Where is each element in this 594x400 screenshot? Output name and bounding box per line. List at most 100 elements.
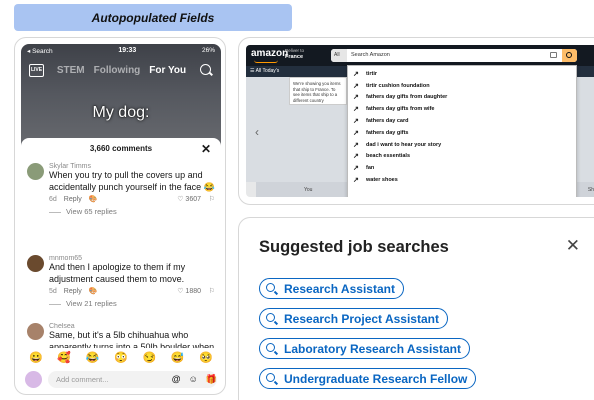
- job-suggestion-pill[interactable]: Laboratory Research Assistant: [259, 338, 470, 359]
- job-suggestion-label: Research Project Assistant: [284, 311, 439, 326]
- like-button[interactable]: ♡ 1880: [177, 287, 201, 295]
- gift-icon[interactable]: 🎁: [206, 374, 217, 385]
- suggestion-item[interactable]: ↗ tirtir: [348, 68, 576, 80]
- suggestion-text: fathers day gifts from wife: [366, 106, 435, 113]
- search-icon: [266, 312, 278, 325]
- search-placeholder: Search Amazon: [351, 52, 390, 58]
- like-button[interactable]: ♡ 3607: [177, 195, 201, 203]
- comment-item: mnmom65 And then I apologize to them if …: [27, 255, 215, 308]
- suggestion-item[interactable]: ↗ fathers day card: [348, 115, 576, 127]
- job-searches-card: Suggested job searches ✕ Research Assist…: [238, 217, 594, 400]
- reply-button[interactable]: Reply: [64, 196, 82, 203]
- strip-text-right: Sh: [587, 187, 594, 193]
- avatar[interactable]: [27, 163, 44, 180]
- comment-item: Chelsea Same, but it's a 5lb chihuahua w…: [27, 323, 215, 348]
- job-suggestion-pill[interactable]: Research Assistant: [259, 278, 404, 299]
- comment-age: 6d: [49, 195, 57, 203]
- status-battery: 26%: [201, 47, 215, 54]
- trending-icon: ↗: [353, 118, 359, 126]
- close-icon[interactable]: ✕: [201, 142, 211, 156]
- section-header: Autopopulated Fields: [14, 4, 292, 31]
- emoji-smirk[interactable]: 😏: [143, 351, 157, 364]
- view-replies-link[interactable]: View 65 replies: [49, 207, 215, 216]
- comment-text: When you try to pull the covers up and a…: [49, 170, 215, 192]
- suggestion-item[interactable]: ↗ fathers day gifts: [348, 127, 576, 139]
- comment-item: Skylar Timms When you try to pull the co…: [27, 163, 215, 216]
- ship-to-popup: We're showing you items that ship to Fra…: [289, 77, 347, 105]
- suggestion-item[interactable]: ↗ fathers day gifts from daughter: [348, 92, 576, 104]
- mention-icon[interactable]: @: [172, 374, 181, 384]
- trending-icon: ↗: [353, 153, 359, 161]
- job-suggestion-label: Laboratory Research Assistant: [284, 341, 461, 356]
- job-suggestion-label: Undergraduate Research Fellow: [284, 371, 468, 386]
- comment-username[interactable]: Chelsea: [49, 323, 215, 330]
- comment-meta: 5d Reply 🎨 ♡ 1880 ⚐: [49, 287, 215, 296]
- chevron-left-icon[interactable]: ‹: [255, 125, 259, 139]
- emoji-grinning[interactable]: 😀: [29, 351, 43, 364]
- dislike-icon[interactable]: ⚐: [209, 287, 215, 295]
- search-icon: [266, 282, 278, 295]
- suggestion-text: fathers day gifts: [366, 129, 409, 136]
- view-replies-link[interactable]: View 21 replies: [49, 299, 215, 308]
- deliver-to[interactable]: Deliver to France: [285, 48, 304, 60]
- search-button[interactable]: [562, 49, 577, 62]
- avatar[interactable]: [27, 323, 44, 340]
- strip-text-left: You: [304, 187, 313, 193]
- status-back[interactable]: ◂ Search: [27, 47, 53, 57]
- dislike-icon[interactable]: ⚐: [209, 195, 215, 203]
- comment-username[interactable]: Skylar Timms: [49, 163, 215, 170]
- emoji-icon[interactable]: ☺: [189, 374, 198, 384]
- comment-input[interactable]: Add comment... @ ☺ 🎁: [48, 370, 217, 388]
- amazon-card: amazon Deliver to France All Search Amaz…: [238, 37, 594, 205]
- comment-text: And then I apologize to them if my adjus…: [49, 262, 186, 284]
- job-suggestion-pill[interactable]: Research Project Assistant: [259, 308, 448, 329]
- trending-icon: ↗: [353, 82, 359, 90]
- search-icon[interactable]: [199, 63, 213, 77]
- comment-username[interactable]: mnmom65: [49, 255, 215, 262]
- video-caption: My dog:: [92, 104, 150, 121]
- tab-following[interactable]: Following: [94, 65, 141, 76]
- trending-icon: ↗: [353, 165, 359, 173]
- suggestion-item[interactable]: ↗ dad i want to hear your story: [348, 139, 576, 151]
- close-icon[interactable]: ✕: [566, 236, 580, 256]
- suggestion-item[interactable]: ↗ water shoes: [348, 174, 576, 186]
- reply-button[interactable]: Reply: [64, 288, 82, 295]
- suggestion-item[interactable]: ↗ fan: [348, 162, 576, 174]
- suggestion-text: water shoes: [366, 177, 398, 184]
- top-nav: LIVE STEM Following For You: [29, 61, 213, 79]
- suggestion-item[interactable]: ↗ beach essentials: [348, 151, 576, 163]
- gift-icon[interactable]: 🎨: [89, 195, 98, 203]
- trending-icon: ↗: [353, 70, 359, 78]
- live-icon[interactable]: LIVE: [29, 63, 44, 77]
- camera-icon[interactable]: [550, 52, 557, 58]
- tab-stem[interactable]: STEM: [57, 65, 85, 76]
- comment-text: Same, but it's a 5lb chihuahua who appar…: [49, 330, 215, 348]
- emoji-pleading[interactable]: 🥺: [199, 351, 213, 364]
- comments-count: 3,660 comments: [89, 144, 153, 153]
- comments-sheet: 3,660 comments ✕ Skylar Timms When you t…: [21, 138, 221, 390]
- gift-icon[interactable]: 🎨: [89, 287, 98, 295]
- suggestion-text: beach essentials: [366, 153, 411, 160]
- trending-icon: ↗: [353, 106, 359, 114]
- amazon-screen: amazon Deliver to France All Search Amaz…: [246, 45, 594, 197]
- comment-placeholder: Add comment...: [56, 374, 109, 384]
- job-suggestion-pill[interactable]: Undergraduate Research Fellow: [259, 368, 477, 389]
- category-select[interactable]: All: [331, 49, 347, 62]
- amazon-nav-bar: amazon Deliver to France All Search Amaz…: [246, 45, 594, 66]
- emoji-flushed[interactable]: 😳: [114, 351, 128, 364]
- suggestion-text: fan: [366, 165, 375, 172]
- amazon-search-input[interactable]: All Search Amazon: [331, 49, 577, 62]
- tiktok-phone-card: ◂ Search 19:33 26% LIVE STEM Following F…: [14, 37, 226, 395]
- comment-compose-bar: Add comment... @ ☺ 🎁: [25, 370, 217, 388]
- tab-for-you[interactable]: For You: [149, 65, 186, 76]
- trending-icon: ↗: [353, 141, 359, 149]
- amazon-logo[interactable]: amazon: [251, 48, 288, 63]
- emoji-laughing[interactable]: 😂: [86, 351, 100, 364]
- suggestion-text: fathers day gifts from daughter: [366, 94, 448, 101]
- suggestion-item[interactable]: ↗ fathers day gifts from wife: [348, 103, 576, 115]
- emoji-sweat-smile[interactable]: 😅: [171, 351, 185, 364]
- suggestion-item[interactable]: ↗ tirtir cushion foundation: [348, 80, 576, 92]
- avatar[interactable]: [27, 255, 44, 272]
- avatar: [25, 370, 42, 388]
- emoji-hearts[interactable]: 🥰: [57, 351, 71, 364]
